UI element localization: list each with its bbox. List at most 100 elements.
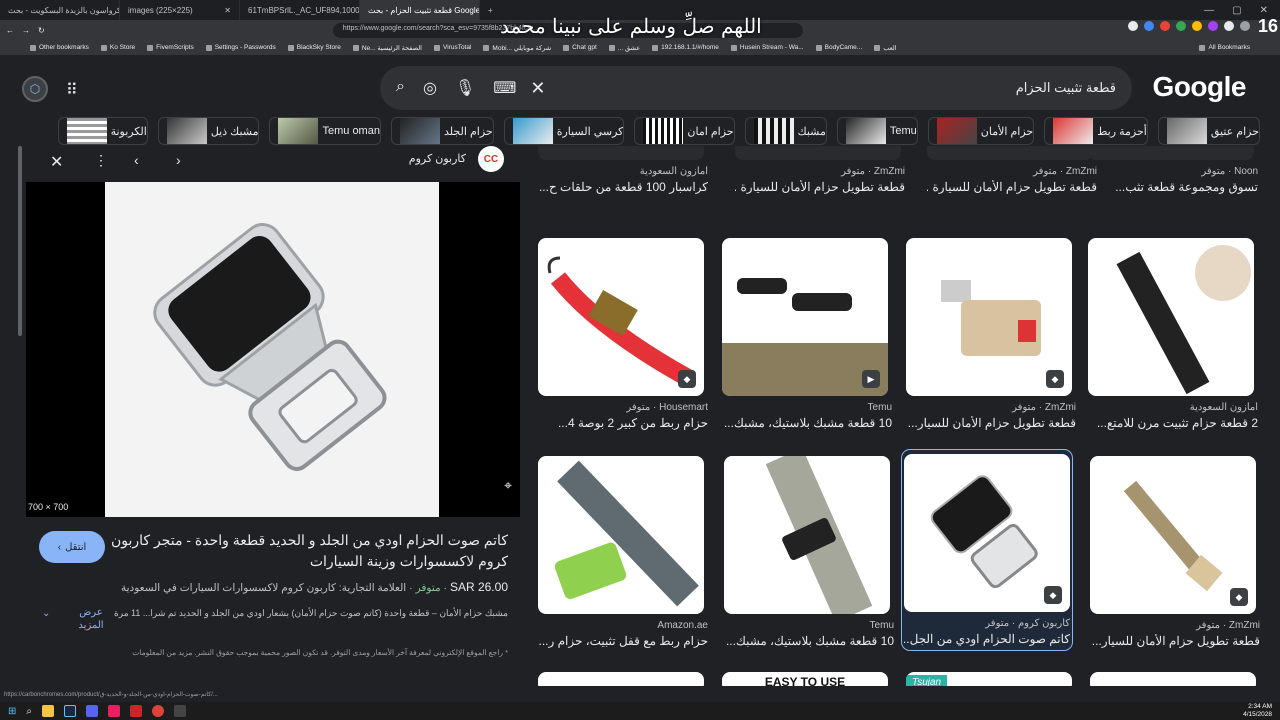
system-clock[interactable]: 2:34 AM 4/15/2028 [1243, 703, 1272, 719]
extension-icon[interactable] [1240, 21, 1250, 31]
result-card[interactable]: ZmZmi · متوفر قطعة تطويل حزام الأمان للس… [927, 146, 1097, 194]
chevron-left-icon[interactable]: ‹ [134, 152, 139, 168]
play-icon[interactable]: ▶ [862, 370, 880, 388]
bookmark-item[interactable]: BodyCame... [816, 44, 863, 51]
result-card[interactable]: Amazon.ae حزام ربط مع قفل تثبيت، حزام ر.… [538, 456, 708, 648]
new-tab-icon[interactable]: + [480, 6, 501, 15]
bookmark-item[interactable]: FivemScripts [147, 44, 194, 51]
forward-icon[interactable]: → [22, 26, 30, 35]
result-card-selected[interactable]: ◆ كاربون كروم · متوفر كاتم صوت الحزام او… [901, 449, 1073, 651]
discord-icon[interactable] [86, 705, 98, 717]
close-icon[interactable]: ✕ [224, 6, 231, 15]
bookmark-item[interactable]: 192.168.1.1/#/home [652, 44, 719, 51]
chip[interactable]: Temu [836, 117, 918, 145]
mic-icon[interactable]: 🎙︎ [455, 78, 475, 98]
chip[interactable]: حزام الجلد [390, 117, 494, 145]
browser-tab-active[interactable]: قطعة تثبيت الحزام - بحث Google✕ [360, 0, 480, 20]
app-icon[interactable] [130, 705, 142, 717]
result-card[interactable]: ◆ Housemart · متوفر حزام ربط من كبير 2 ب… [538, 238, 708, 430]
all-bookmarks[interactable]: All Bookmarks [1199, 44, 1250, 51]
result-card[interactable]: ZmZmi · متوفر قطعة تطويل حزام الأمان للس… [735, 146, 905, 194]
extension-icon[interactable] [1208, 21, 1218, 31]
bookmark-item[interactable]: Chat gpt [563, 44, 597, 51]
browser-tab[interactable]: 61TmBPSrlL._AC_UF894,1000_QL80✕ [240, 0, 360, 20]
chip[interactable]: كرسي السيارة [503, 117, 625, 145]
site-name[interactable]: كاربون كروم [409, 152, 466, 165]
chrome-icon[interactable] [152, 705, 164, 717]
reload-icon[interactable]: ↻ [38, 26, 45, 35]
bookmark-item[interactable]: العب [874, 44, 896, 52]
site-logo[interactable]: CC [478, 146, 504, 172]
bookmark-item[interactable]: BlackSky Store [288, 44, 341, 51]
app-icon[interactable] [108, 705, 120, 717]
result-card[interactable] [538, 672, 708, 686]
avatar[interactable]: ⬡ [22, 76, 48, 102]
search-icon[interactable]: ⌕ [396, 78, 405, 98]
extension-icon[interactable] [1144, 21, 1154, 31]
result-card[interactable]: امازون السعودية 2 قطعة حزام تثبيت مرن لل… [1088, 238, 1258, 430]
google-logo[interactable]: Google [1153, 71, 1247, 103]
search-icon[interactable]: ⌕ [26, 706, 32, 717]
extension-icon[interactable] [1128, 21, 1138, 31]
bookmark-item[interactable]: Husein Stream - Wa... [731, 44, 804, 51]
product-meta: SAR 26.00 · متوفر · العلامة التجارية: كا… [120, 580, 508, 594]
clear-search-icon[interactable]: ✕ [530, 78, 545, 99]
bookmark-item[interactable]: Settings - Passwords [206, 44, 276, 51]
maximize-icon[interactable]: ▢ [1232, 5, 1241, 16]
extension-icon[interactable] [1160, 21, 1170, 31]
extension-icon[interactable] [1192, 21, 1202, 31]
result-card[interactable]: Tsujan [906, 672, 1076, 686]
chip-label: حزام عتيق [1210, 125, 1259, 138]
bookmark-item[interactable]: Ne... الصفحة الرئيسية [353, 44, 422, 52]
result-card[interactable]: ▶ Temu 10 قطعة مشبك بلاستيك، مشبك... [722, 238, 892, 430]
file-explorer-icon[interactable] [42, 705, 54, 717]
chip[interactable]: حزام عتيق [1157, 117, 1260, 145]
browser-tab[interactable]: images (225×225) ✕ [120, 0, 240, 20]
bookmark-item[interactable]: Other bookmarks [30, 44, 89, 51]
more-options-icon[interactable]: ⋮ [94, 152, 108, 169]
close-icon[interactable]: ✕ [50, 152, 63, 172]
chip[interactable]: Temu oman [269, 117, 381, 145]
search-input[interactable]: قطعة تثبيت الحزام [1016, 80, 1116, 96]
visit-button[interactable]: ‹ انتقل [39, 531, 105, 563]
result-card[interactable]: Noon · متوفر تسوق ومجموعة قطعة تثب... [1088, 146, 1258, 194]
apps-grid-icon[interactable]: ⠿ [66, 80, 78, 100]
extension-icon[interactable] [1224, 21, 1234, 31]
chip[interactable]: حزام امان [634, 117, 735, 145]
result-card[interactable] [1090, 672, 1260, 686]
scrollbar[interactable] [18, 146, 22, 336]
result-card[interactable]: ◆ ZmZmi · متوفر قطعة تطويل حزام الأمان ل… [906, 238, 1076, 430]
preview-image[interactable] [26, 182, 520, 517]
chip[interactable]: حزام الأمان [927, 117, 1035, 145]
lens-icon[interactable]: ⌖ [504, 477, 512, 494]
result-title[interactable]: كاتم صوت الحزام اودي من الجلد و الحديد ق… [108, 530, 508, 572]
bookmark-item[interactable]: Mobi... شركة موبايلي [483, 44, 551, 52]
result-card[interactable]: EASY TO USE [722, 672, 892, 686]
bookmark-item[interactable]: VirusTotal [434, 44, 471, 51]
minimize-icon[interactable]: — [1204, 5, 1214, 16]
show-more-link[interactable]: عرض المزيد [76, 606, 106, 632]
result-source: ZmZmi · متوفر [1196, 620, 1260, 631]
search-bar[interactable]: ⌕ ◎ 🎙︎ ⌨ ✕ قطعة تثبيت الحزام [380, 66, 1132, 110]
chip[interactable]: أحزمة ربط [1044, 117, 1148, 145]
bookmark-item[interactable]: ... عشق [609, 44, 640, 52]
chip[interactable]: مشبك ذيل [157, 117, 260, 145]
chevron-down-icon[interactable]: ⌄ [42, 608, 50, 619]
google-header: ⬡ ⠿ ⌕ ◎ 🎙︎ ⌨ ✕ قطعة تثبيت الحزام Google [0, 56, 1280, 116]
chip[interactable]: مشبك [744, 117, 827, 145]
browser-tab[interactable]: كرواسون بالزبدة البسكويت - بحث Google✕ [0, 0, 120, 20]
chevron-right-icon[interactable]: › [176, 152, 181, 168]
keyboard-icon[interactable]: ⌨ [493, 78, 516, 98]
chip[interactable]: الكربونة [57, 117, 148, 145]
bookmark-item[interactable]: Ko Store [101, 44, 135, 51]
close-window-icon[interactable]: ✕ [1260, 5, 1268, 16]
lens-icon[interactable]: ◎ [423, 78, 437, 98]
app-icon[interactable] [174, 705, 186, 717]
result-card[interactable]: Temu 10 قطعة مشبك بلاستيك، مشبك... [724, 456, 894, 648]
result-card[interactable]: ◆ ZmZmi · متوفر قطعة تطويل حزام الأمان ل… [1090, 456, 1260, 648]
steam-icon[interactable] [64, 705, 76, 717]
back-icon[interactable]: ← [6, 26, 14, 35]
windows-start-icon[interactable]: ⊞ [8, 706, 16, 717]
extension-icon[interactable] [1176, 21, 1186, 31]
result-card[interactable]: امازون السعودية كراسبار 100 قطعة من حلقا… [538, 146, 708, 194]
